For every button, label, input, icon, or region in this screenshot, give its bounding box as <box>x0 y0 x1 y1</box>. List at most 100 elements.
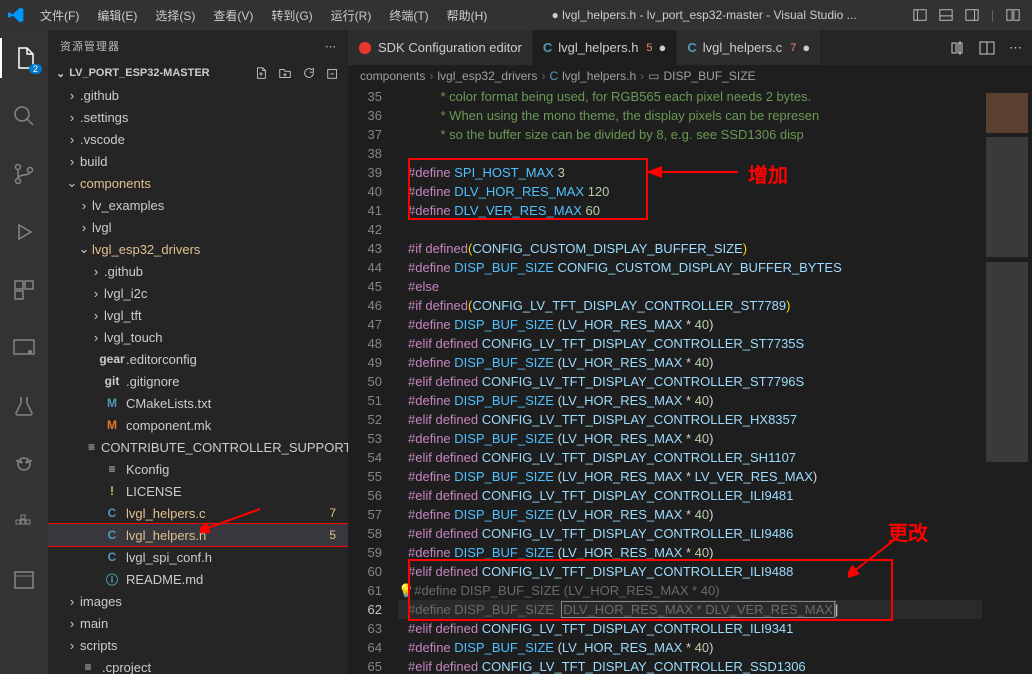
code-line[interactable]: #elif defined CONFIG_LV_TFT_DISPLAY_CONT… <box>398 619 982 638</box>
line-number[interactable]: 59 <box>348 543 382 562</box>
breadcrumb-item[interactable]: lvgl_helpers.h <box>562 69 636 83</box>
code-content[interactable]: * color format being used, for RGB565 ea… <box>398 87 982 674</box>
file-tree[interactable]: ›.github›.settings›.vscode›build⌄compone… <box>48 84 348 674</box>
code-line[interactable]: #elif defined CONFIG_LV_TFT_DISPLAY_CONT… <box>398 524 982 543</box>
tree-item[interactable]: ›lvgl_touch <box>48 326 348 348</box>
code-line[interactable]: #define DISP_BUF_SIZE (LV_HOR_RES_MAX * … <box>398 505 982 524</box>
code-line[interactable]: #define DISP_BUF_SIZE (LV_HOR_RES_MAX * … <box>398 429 982 448</box>
menu-selection[interactable]: 选择(S) <box>147 3 203 28</box>
activity-search[interactable] <box>0 96 48 136</box>
code-line[interactable]: #if defined(CONFIG_LV_TFT_DISPLAY_CONTRO… <box>398 296 982 315</box>
activity-source-control[interactable] <box>0 154 48 194</box>
line-number[interactable]: 54 <box>348 448 382 467</box>
line-number[interactable]: 48 <box>348 334 382 353</box>
tree-item[interactable]: ›.github <box>48 84 348 106</box>
line-number[interactable]: 47 <box>348 315 382 334</box>
tree-item[interactable]: ›scripts <box>48 634 348 656</box>
code-line[interactable]: #elif defined CONFIG_LV_TFT_DISPLAY_CONT… <box>398 486 982 505</box>
refresh-icon[interactable] <box>302 66 316 80</box>
tree-item[interactable]: ⌄components <box>48 172 348 194</box>
menu-go[interactable]: 转到(G) <box>263 3 320 28</box>
tree-item[interactable]: Clvgl_helpers.c7 <box>48 502 348 524</box>
sidebar-root-folder[interactable]: ⌄ LV_PORT_ESP32-MASTER <box>48 62 348 84</box>
code-line[interactable] <box>398 220 982 239</box>
code-line[interactable]: * so the buffer size can be divided by 8… <box>398 125 982 144</box>
menu-file[interactable]: 文件(F) <box>32 3 87 28</box>
tree-item[interactable]: ≡.cproject <box>48 656 348 674</box>
tree-item[interactable]: Clvgl_spi_conf.h <box>48 546 348 568</box>
tree-item[interactable]: ›lv_examples <box>48 194 348 216</box>
tree-item[interactable]: ⓘREADME.md <box>48 568 348 590</box>
code-line[interactable]: #elif defined CONFIG_LV_TFT_DISPLAY_CONT… <box>398 334 982 353</box>
activity-run-debug[interactable] <box>0 212 48 252</box>
lightbulb-icon[interactable]: 💡 <box>398 583 414 598</box>
code-line[interactable]: #else <box>398 277 982 296</box>
line-number[interactable]: 41 <box>348 201 382 220</box>
activity-platformio[interactable] <box>0 444 48 484</box>
layout-right-icon[interactable] <box>965 8 979 22</box>
menu-help[interactable]: 帮助(H) <box>439 3 496 28</box>
code-line[interactable]: #define DLV_HOR_RES_MAX 120 <box>398 182 982 201</box>
line-number[interactable]: 52 <box>348 410 382 429</box>
tree-item[interactable]: gear.editorconfig <box>48 348 348 370</box>
layout-panel-icon[interactable] <box>939 8 953 22</box>
line-gutter[interactable]: 3536373839404142434445464748495051525354… <box>348 87 398 674</box>
line-number[interactable]: 37 <box>348 125 382 144</box>
sidebar-actions[interactable]: ⋯ <box>325 40 336 53</box>
line-number[interactable]: 64 <box>348 638 382 657</box>
tree-item[interactable]: ›.github <box>48 260 348 282</box>
code-line[interactable]: #define DLV_VER_RES_MAX 60 <box>398 201 982 220</box>
line-number[interactable]: 50 <box>348 372 382 391</box>
tree-item[interactable]: ›.vscode <box>48 128 348 150</box>
activity-remote[interactable] <box>0 328 48 368</box>
line-number[interactable]: 53 <box>348 429 382 448</box>
code-line[interactable]: #define DISP_BUF_SIZE DLV_HOR_RES_MAX * … <box>398 600 982 619</box>
activity-docker[interactable] <box>0 502 48 542</box>
collapse-all-icon[interactable] <box>326 66 340 80</box>
activity-espressif[interactable] <box>0 560 48 600</box>
code-line[interactable]: #elif defined CONFIG_LV_TFT_DISPLAY_CONT… <box>398 448 982 467</box>
code-line[interactable]: * When using the mono theme, the display… <box>398 106 982 125</box>
breadcrumb[interactable]: components› lvgl_esp32_drivers› C lvgl_h… <box>348 65 1032 87</box>
tree-item[interactable]: ›main <box>48 612 348 634</box>
tab-lvgl-helpers-c[interactable]: C lvgl_helpers.c 7 ● <box>677 30 821 65</box>
code-line[interactable]: * color format being used, for RGB565 ea… <box>398 87 982 106</box>
tab-lvgl-helpers-h[interactable]: C lvgl_helpers.h 5 ● <box>533 30 678 65</box>
code-line[interactable]: #define DISP_BUF_SIZE (LV_HOR_RES_MAX * … <box>398 391 982 410</box>
line-number[interactable]: 57 <box>348 505 382 524</box>
code-line[interactable]: #elif defined CONFIG_LV_TFT_DISPLAY_CONT… <box>398 372 982 391</box>
tree-item[interactable]: git.gitignore <box>48 370 348 392</box>
line-number[interactable]: 43 <box>348 239 382 258</box>
breadcrumb-item[interactable]: DISP_BUF_SIZE <box>664 69 756 83</box>
activity-extensions[interactable] <box>0 270 48 310</box>
more-actions-icon[interactable]: ⋯ <box>1009 40 1022 56</box>
compare-icon[interactable] <box>949 40 965 56</box>
code-line[interactable] <box>398 144 982 163</box>
tree-item[interactable]: ›build <box>48 150 348 172</box>
activity-test[interactable] <box>0 386 48 426</box>
code-line[interactable]: #define DISP_BUF_SIZE (LV_HOR_RES_MAX * … <box>398 467 982 486</box>
tree-item[interactable]: ›lvgl <box>48 216 348 238</box>
layout-toggle-icon[interactable] <box>913 8 927 22</box>
code-line[interactable]: #define DISP_BUF_SIZE (LV_HOR_RES_MAX * … <box>398 315 982 334</box>
new-folder-icon[interactable] <box>278 66 292 80</box>
tab-sdk-config[interactable]: SDK Configuration editor <box>348 30 533 65</box>
line-number[interactable]: 44 <box>348 258 382 277</box>
tree-item[interactable]: !LICENSE <box>48 480 348 502</box>
code-line[interactable]: #define SPI_HOST_MAX 3 <box>398 163 982 182</box>
line-number[interactable]: 58 <box>348 524 382 543</box>
split-editor-icon[interactable] <box>979 40 995 56</box>
code-line[interactable]: #define DISP_BUF_SIZE (LV_HOR_RES_MAX * … <box>398 638 982 657</box>
line-number[interactable]: 36 <box>348 106 382 125</box>
line-number[interactable]: 45 <box>348 277 382 296</box>
code-line[interactable]: #if defined(CONFIG_CUSTOM_DISPLAY_BUFFER… <box>398 239 982 258</box>
line-number[interactable]: 63 <box>348 619 382 638</box>
line-number[interactable]: 40 <box>348 182 382 201</box>
tree-item[interactable]: ›images <box>48 590 348 612</box>
tree-item[interactable]: ›lvgl_tft <box>48 304 348 326</box>
tree-item[interactable]: Clvgl_helpers.h5 <box>48 524 348 546</box>
line-number[interactable]: 46 <box>348 296 382 315</box>
minimap[interactable] <box>982 87 1032 674</box>
line-number[interactable]: 65 <box>348 657 382 674</box>
line-number[interactable]: 49 <box>348 353 382 372</box>
